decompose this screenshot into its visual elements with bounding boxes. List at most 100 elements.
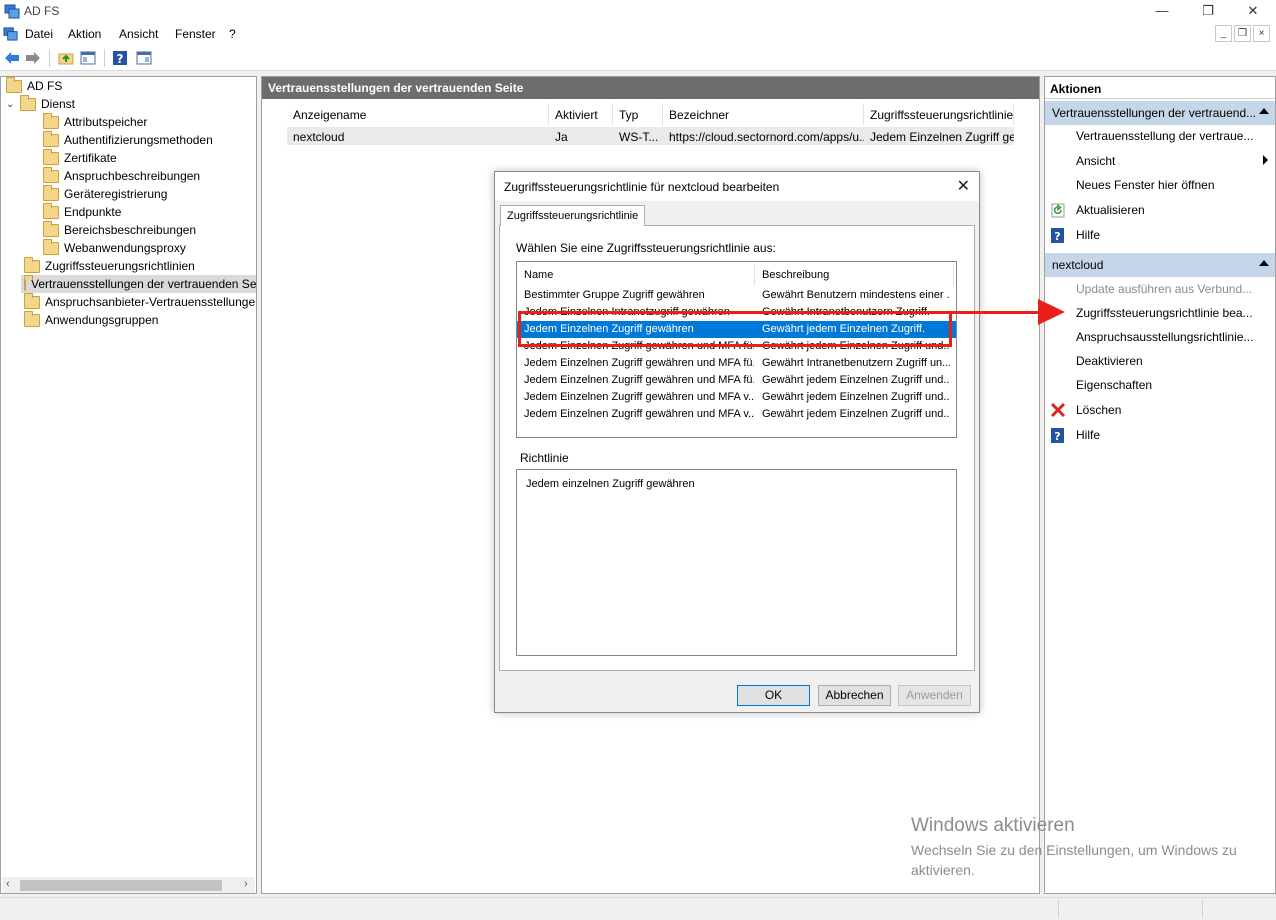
highlight-arrow-head xyxy=(1038,299,1065,325)
maximize-button[interactable]: ❐ xyxy=(1185,0,1231,22)
cell-typ: WS-T... xyxy=(613,127,663,145)
tree-item-zertifikate[interactable]: Zertifikate xyxy=(43,148,117,167)
folder-icon xyxy=(43,220,59,237)
menu-datei[interactable]: Datei xyxy=(25,27,53,41)
menu-fenster[interactable]: Fenster xyxy=(175,27,216,41)
action-add-trust[interactable]: Vertrauensstellung der vertraue... xyxy=(1076,129,1272,147)
actions-title: Aktionen xyxy=(1045,77,1275,99)
policy-name: Bestimmter Gruppe Zugriff gewähren xyxy=(524,289,705,301)
chevron-down-icon[interactable]: ⌄ xyxy=(6,99,20,110)
folder-icon xyxy=(43,202,59,219)
folder-icon xyxy=(6,77,22,93)
tab-zugriffssteuerungsrichtlinie[interactable]: Zugriffssteuerungsrichtlinie xyxy=(500,205,646,226)
tree-horizontal-scrollbar[interactable]: ‹ › xyxy=(2,877,255,893)
list-item[interactable]: Jedem Einzelnen Zugriff gewähren und MFA… xyxy=(517,355,956,372)
apply-button[interactable]: Anwenden xyxy=(898,685,971,706)
back-arrow-icon[interactable] xyxy=(4,50,20,66)
list-header-name[interactable]: Name xyxy=(517,264,755,286)
actions-section-nextcloud[interactable]: nextcloud xyxy=(1045,253,1275,277)
policy-description: Gewährt Benutzern mindestens einer ... xyxy=(762,289,950,301)
cell-anzeigename: nextcloud xyxy=(287,127,549,145)
list-item[interactable]: Jedem Einzelnen Zugriff gewähren und MFA… xyxy=(517,372,956,389)
column-header-bezeichner[interactable]: Bezeichner xyxy=(663,103,864,125)
policy-name: Jedem Einzelnen Zugriff gewähren und MFA… xyxy=(524,357,754,369)
submenu-arrow-icon xyxy=(1263,155,1268,165)
tree-item-endpunkte[interactable]: Endpunkte xyxy=(43,202,121,221)
collapse-caret-icon[interactable] xyxy=(1259,260,1269,266)
action-deaktivieren[interactable]: Deaktivieren xyxy=(1076,354,1272,372)
show-hide-action-pane-icon[interactable] xyxy=(136,50,152,66)
folder-icon xyxy=(43,184,59,201)
mdi-close-button[interactable]: × xyxy=(1253,25,1270,42)
activation-watermark-title: Windows aktivieren xyxy=(911,815,1075,836)
tree-item-zugriffssteuerungsrichtlinien[interactable]: Zugriffssteuerungsrichtlinien xyxy=(24,256,195,275)
forward-arrow-icon[interactable] xyxy=(25,50,41,66)
action-loeschen[interactable]: Löschen xyxy=(1076,403,1272,421)
help-icon[interactable]: ? xyxy=(112,50,128,66)
tree-item-anspruchbeschreibungen[interactable]: Anspruchbeschreibungen xyxy=(43,166,200,185)
column-header-zugriffssteuerungsrichtlinie[interactable]: Zugriffssteuerungsrichtlinie xyxy=(864,103,1014,125)
cancel-button[interactable]: Abbrechen xyxy=(818,685,891,706)
up-folder-icon[interactable] xyxy=(58,50,74,66)
action-issuance-policy[interactable]: Anspruchsausstellungsrichtlinie... xyxy=(1076,330,1272,348)
toolbar-separator xyxy=(49,49,50,67)
tree-item-anspruchsanbieter[interactable]: Anspruchsanbieter-Vertrauensstellungen xyxy=(24,292,256,311)
action-aktualisieren[interactable]: Aktualisieren xyxy=(1076,203,1272,221)
action-new-window[interactable]: Neues Fenster hier öffnen xyxy=(1076,178,1272,196)
action-hilfe-2[interactable]: Hilfe xyxy=(1076,428,1272,446)
scrollbar-thumb[interactable] xyxy=(20,880,222,891)
mdi-buttons: _ ❐ × xyxy=(1213,25,1270,43)
policy-name: Jedem Einzelnen Zugriff gewähren und MFA… xyxy=(524,374,754,386)
scroll-right-icon[interactable]: › xyxy=(244,878,248,890)
toolbar: ? xyxy=(0,45,1276,71)
actions-section-vertrauensstellungen[interactable]: Vertrauensstellungen der vertrauend... xyxy=(1045,101,1275,125)
tree-item-bereichsbeschreibungen[interactable]: Bereichsbeschreibungen xyxy=(43,220,196,239)
svg-text:?: ? xyxy=(117,52,124,66)
status-divider xyxy=(1202,900,1203,918)
highlight-box xyxy=(518,311,952,347)
scroll-left-icon[interactable]: ‹ xyxy=(6,878,10,890)
folder-icon xyxy=(24,310,40,327)
folder-icon xyxy=(24,274,33,291)
minimize-button[interactable]: — xyxy=(1139,0,1185,22)
list-item[interactable]: Jedem Einzelnen Zugriff gewähren und MFA… xyxy=(517,406,956,423)
adfs-small-icon xyxy=(3,27,18,41)
list-item[interactable]: Jedem Einzelnen Zugriff gewähren und MFA… xyxy=(517,389,956,406)
menu-bar: Datei Aktion Ansicht Fenster ? _ ❐ × xyxy=(0,22,1276,45)
tree-item-attributspeicher[interactable]: Attributspeicher xyxy=(43,112,147,131)
close-button[interactable]: ✕ xyxy=(1230,0,1276,22)
tree-item-label: Anwendungsgruppen xyxy=(45,313,159,327)
tree-item-adfs[interactable]: AD FS xyxy=(6,77,62,95)
tree-item-label: Authentifizierungsmethoden xyxy=(64,133,213,147)
mdi-restore-button[interactable]: ❐ xyxy=(1234,25,1251,42)
list-item[interactable]: Bestimmter Gruppe Zugriff gewähren Gewäh… xyxy=(517,287,956,304)
tree-item-authentifizierungsmethoden[interactable]: Authentifizierungsmethoden xyxy=(43,130,213,149)
column-header-typ[interactable]: Typ xyxy=(613,103,663,125)
refresh-icon xyxy=(1051,203,1065,218)
menu-help[interactable]: ? xyxy=(229,27,236,41)
show-hide-tree-icon[interactable] xyxy=(80,50,96,66)
action-eigenschaften[interactable]: Eigenschaften xyxy=(1076,378,1272,396)
tree-item-geraeteregistrierung[interactable]: Geräteregistrierung xyxy=(43,184,167,203)
tree-item-anwendungsgruppen[interactable]: Anwendungsgruppen xyxy=(24,310,159,329)
tree-item-label: AD FS xyxy=(27,79,63,93)
menu-ansicht[interactable]: Ansicht xyxy=(119,27,158,41)
action-ansicht[interactable]: Ansicht xyxy=(1076,154,1272,172)
tree-item-vertrauensstellungen[interactable]: Vertrauensstellungen der vertrauenden Se… xyxy=(21,274,256,293)
column-header-anzeigename[interactable]: Anzeigename xyxy=(287,103,549,125)
tree-item-webanwendungsproxy[interactable]: Webanwendungsproxy xyxy=(43,238,186,257)
ok-button[interactable]: OK xyxy=(737,685,810,706)
tree-item-dienst[interactable]: ⌄ Dienst xyxy=(6,94,75,113)
mdi-minimize-button[interactable]: _ xyxy=(1215,25,1232,42)
highlight-arrow-line xyxy=(952,311,1040,314)
dialog-close-icon[interactable]: ✕ xyxy=(957,176,970,196)
column-header-aktiviert[interactable]: Aktiviert xyxy=(549,103,613,125)
menu-aktion[interactable]: Aktion xyxy=(68,27,101,41)
action-update-from-federation[interactable]: Update ausführen aus Verbund... xyxy=(1076,282,1272,300)
policy-name: Jedem Einzelnen Zugriff gewähren und MFA… xyxy=(524,391,754,403)
policy-list[interactable]: Name Beschreibung Bestimmter Gruppe Zugr… xyxy=(516,261,957,438)
action-hilfe[interactable]: Hilfe xyxy=(1076,228,1272,246)
collapse-caret-icon[interactable] xyxy=(1259,108,1269,114)
action-edit-access-control-policy[interactable]: Zugriffssteuerungsrichtlinie bea... xyxy=(1076,306,1272,324)
list-header-beschreibung[interactable]: Beschreibung xyxy=(755,264,954,286)
